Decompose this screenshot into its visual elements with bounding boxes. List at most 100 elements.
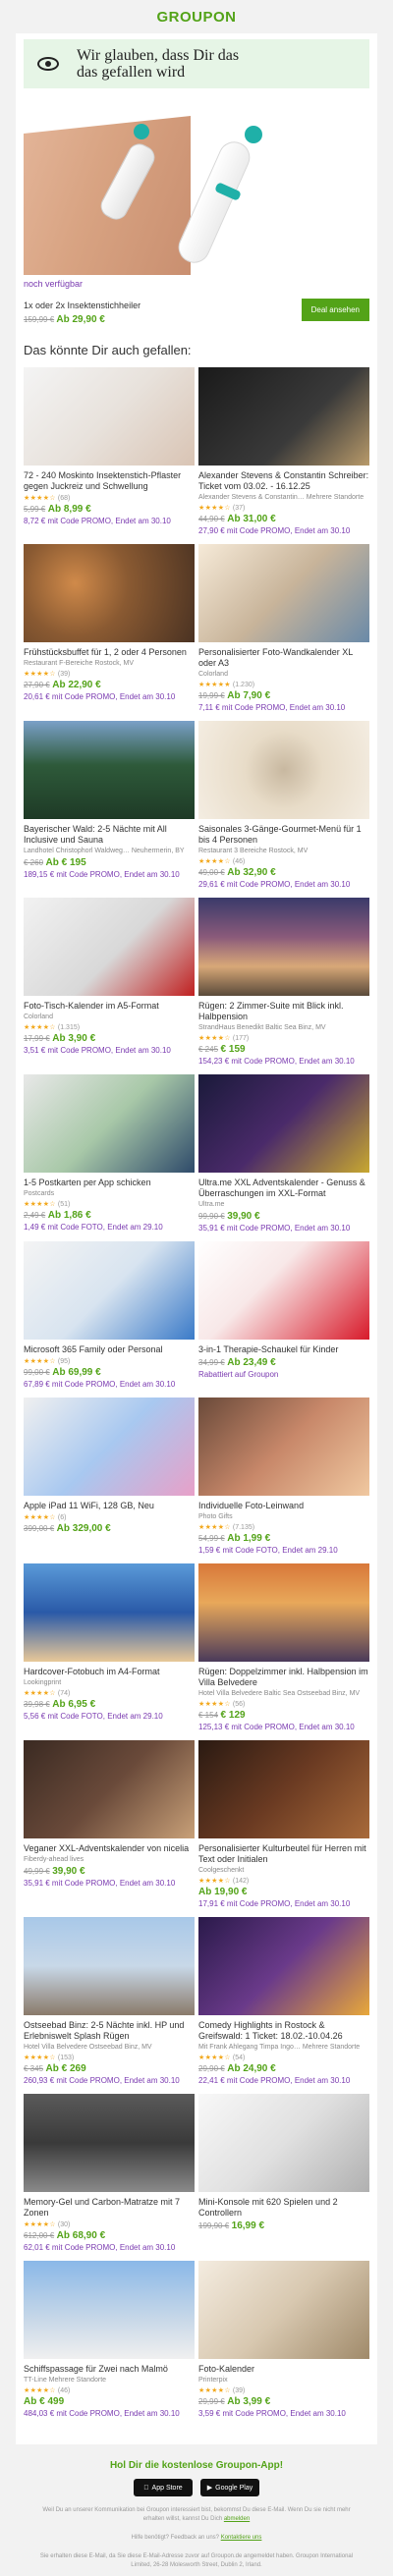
deal-image[interactable] [198, 1563, 369, 1662]
deal-card[interactable]: Ostseebad Binz: 2-5 Nächte inkl. HP und … [24, 1917, 195, 2086]
deal-card[interactable]: Personalisierter Foto-Wandkalender XL od… [198, 544, 369, 713]
deal-card[interactable]: Foto-Kalender Printerpix ★★★★☆ (39) 29,99 € … [198, 2261, 369, 2419]
footer-imprint: Sie erhalten diese E-Mail, da Sie diese … [39, 2553, 354, 2568]
deal-title[interactable]: Hardcover-Fotobuch im A4-Format [24, 1667, 195, 1677]
old-price: 29,99 € [198, 2397, 225, 2406]
unsubscribe-link[interactable]: abmelden [224, 2516, 250, 2522]
deal-image[interactable] [24, 1241, 195, 1340]
deal-merchant: Colorland [198, 671, 228, 678]
new-price: Ab 3,99 € [227, 2396, 271, 2407]
deal-title[interactable]: Mini-Konsole mit 620 Spielen und 2 Contr… [198, 2197, 369, 2219]
deal-card[interactable]: Comedy Highlights in Rostock & Greifswal… [198, 1917, 369, 2086]
old-price: 29,90 € [198, 2064, 225, 2073]
deal-title[interactable]: Veganer XXL-Adventskalender von nicelia [24, 1843, 195, 1854]
deal-card[interactable]: Foto-Tisch-Kalender im A5-Format Colorlan… [24, 898, 195, 1067]
deal-card[interactable]: Personalisierter Kulturbeutel für Herren… [198, 1740, 369, 1909]
deal-card[interactable]: Rügen: Doppelzimmer inkl. Halbpension im… [198, 1563, 369, 1732]
hero-image[interactable] [24, 98, 365, 275]
promo-code-line: 154,23 € mit Code PROMO, Endet am 30.10 [198, 1057, 355, 1066]
deal-image[interactable] [24, 898, 195, 996]
deal-title[interactable]: Rügen: 2 Zimmer-Suite mit Blick inkl. Ha… [198, 1001, 369, 1022]
deal-image[interactable] [198, 1241, 369, 1340]
deal-title[interactable]: Personalisierter Foto-Wandkalender XL od… [198, 647, 369, 669]
deal-image[interactable] [24, 367, 195, 466]
deal-card[interactable]: Veganer XXL-Adventskalender von nicelia F… [24, 1740, 195, 1909]
rating-stars: ★★★★☆ (177) [198, 1034, 369, 1042]
deal-image[interactable] [24, 544, 195, 642]
deal-image[interactable] [24, 1563, 195, 1662]
deal-image[interactable] [198, 1917, 369, 2015]
deal-title[interactable]: Ostseebad Binz: 2-5 Nächte inkl. HP und … [24, 2020, 195, 2042]
deal-card[interactable]: 3-in-1 Therapie-Schaukel für Kinder 34,99… [198, 1241, 369, 1390]
deal-title[interactable]: Apple iPad 11 WiFi, 128 GB, Neu [24, 1501, 195, 1511]
deal-title[interactable]: Microsoft 365 Family oder Personal [24, 1344, 195, 1355]
deal-card[interactable]: Mini-Konsole mit 620 Spielen und 2 Contr… [198, 2094, 369, 2253]
deal-title[interactable]: Rügen: Doppelzimmer inkl. Halbpension im… [198, 1667, 369, 1688]
deal-title[interactable]: Bayerischer Wald: 2-5 Nächte mit All Inc… [24, 824, 195, 846]
deal-card[interactable]: Individuelle Foto-Leinwand Photo Gifts ★★★… [198, 1398, 369, 1556]
rating-count: (46) [57, 2387, 71, 2394]
deal-image[interactable] [24, 721, 195, 819]
deal-title[interactable]: Saisonales 3-Gänge-Gourmet-Menü für 1 bi… [198, 824, 369, 846]
deal-title[interactable]: Individuelle Foto-Leinwand [198, 1501, 369, 1511]
deal-card[interactable]: Schiffspassage für Zwei nach Malmö TT-Lin… [24, 2261, 195, 2419]
deal-image[interactable] [198, 898, 369, 996]
deal-card[interactable]: Bayerischer Wald: 2-5 Nächte mit All Inc… [24, 721, 195, 890]
star-icons: ★★★★☆ [24, 495, 56, 502]
promo-code-line: 35,91 € mit Code PROMO, Endet am 30.10 [24, 1879, 176, 1888]
deal-title[interactable]: Frühstücksbuffet für 1, 2 oder 4 Persone… [24, 647, 195, 658]
deal-card[interactable]: Memory-Gel und Carbon-Matratze mit 7 Zon… [24, 2094, 195, 2253]
contact-link[interactable]: Kontaktiere uns [221, 2535, 262, 2541]
deal-title[interactable]: Schiffspassage für Zwei nach Malmö [24, 2364, 195, 2375]
deal-card[interactable]: 72 - 240 Moskinto Insektenstich-Pflaster… [24, 367, 195, 536]
deal-image[interactable] [198, 2261, 369, 2359]
deal-image[interactable] [24, 1074, 195, 1173]
deal-image[interactable] [198, 367, 369, 466]
deal-card[interactable]: Alexander Stevens & Constantin Schreiber… [198, 367, 369, 536]
google-play-button[interactable]: ▶ Google Play [200, 2479, 259, 2496]
deal-image[interactable] [198, 721, 369, 819]
rating-stars: ★★★★☆ (95) [24, 1357, 195, 1365]
deal-title[interactable]: 1-5 Postkarten per App schicken [24, 1178, 195, 1188]
deal-image[interactable] [198, 1398, 369, 1496]
deal-title[interactable]: Comedy Highlights in Rostock & Greifswal… [198, 2020, 369, 2042]
deal-card[interactable]: Apple iPad 11 WiFi, 128 GB, Neu ★★★★☆ (6) 3… [24, 1398, 195, 1556]
star-icons: ★★★★☆ [24, 1201, 56, 1208]
deal-title[interactable]: Foto-Kalender [198, 2364, 369, 2375]
promo-code-line: 125,13 € mit Code PROMO, Endet am 30.10 [198, 1723, 355, 1731]
view-deal-button[interactable]: Deal ansehen [301, 299, 369, 321]
deal-image[interactable] [24, 1398, 195, 1496]
deal-card[interactable]: Rügen: 2 Zimmer-Suite mit Blick inkl. Ha… [198, 898, 369, 1067]
deal-title[interactable]: Alexander Stevens & Constantin Schreiber… [198, 470, 369, 492]
deal-image[interactable] [198, 544, 369, 642]
deal-card[interactable]: 1-5 Postkarten per App schicken Postcards… [24, 1074, 195, 1233]
deal-card[interactable]: Saisonales 3-Gänge-Gourmet-Menü für 1 bi… [198, 721, 369, 890]
deal-image[interactable] [198, 2094, 369, 2192]
deal-title[interactable]: Memory-Gel und Carbon-Matratze mit 7 Zon… [24, 2197, 195, 2219]
deal-image[interactable] [198, 1740, 369, 1838]
groupon-logo[interactable]: GROUPON [156, 9, 236, 26]
promo-code-line: 29,61 € mit Code PROMO, Endet am 30.10 [198, 880, 351, 889]
deal-image[interactable] [24, 1917, 195, 2015]
hero-title[interactable]: 1x oder 2x Insektenstichheiler [24, 301, 140, 310]
deal-title[interactable]: 72 - 240 Moskinto Insektenstich-Pflaster… [24, 470, 195, 492]
deal-image[interactable] [24, 2261, 195, 2359]
deal-image[interactable] [198, 1074, 369, 1173]
hero-deal[interactable]: noch verfügbar 1x oder 2x Insektenstichh… [16, 88, 377, 325]
promo-code-line: 189,15 € mit Code PROMO, Endet am 30.10 [24, 870, 180, 879]
star-icons: ★★★★☆ [198, 1035, 231, 1042]
app-promo: Hol Dir die kostenlose Groupon-App! [109, 2460, 284, 2471]
old-price: 199,90 € [198, 2221, 230, 2230]
deal-title[interactable]: 3-in-1 Therapie-Schaukel für Kinder [198, 1344, 369, 1355]
deal-card[interactable]: Ultra.me XXL Adventskalender - Genuss & … [198, 1074, 369, 1233]
app-store-button[interactable]: App Store [134, 2479, 193, 2496]
deal-title[interactable]: Personalisierter Kulturbeutel für Herren… [198, 1843, 369, 1865]
deal-card[interactable]: Microsoft 365 Family oder Personal ★★★★☆(… [24, 1241, 195, 1390]
deal-card[interactable]: Hardcover-Fotobuch im A4-Format Lookingpr… [24, 1563, 195, 1732]
recommendation-banner: Wir glauben, dass Dir das das gefallen w… [16, 33, 377, 88]
deal-title[interactable]: Ultra.me XXL Adventskalender - Genuss & … [198, 1178, 369, 1199]
deal-image[interactable] [24, 2094, 195, 2192]
deal-title[interactable]: Foto-Tisch-Kalender im A5-Format [24, 1001, 195, 1012]
deal-card[interactable]: Frühstücksbuffet für 1, 2 oder 4 Persone… [24, 544, 195, 713]
deal-image[interactable] [24, 1740, 195, 1838]
